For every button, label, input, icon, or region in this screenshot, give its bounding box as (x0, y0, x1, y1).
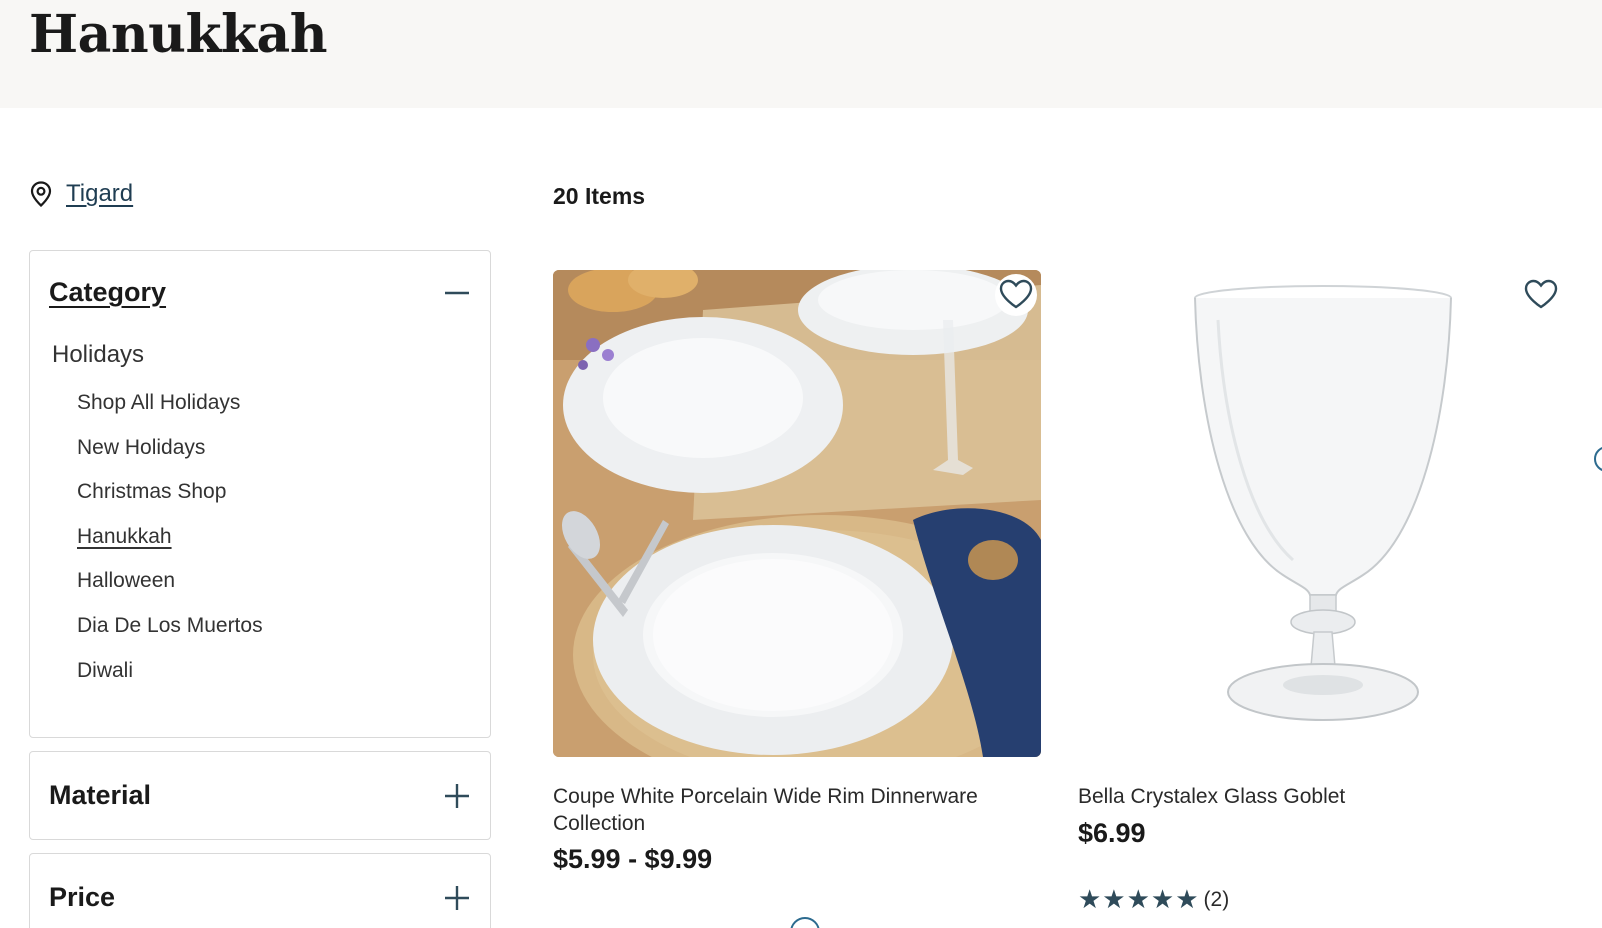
product-price: $6.99 (1078, 818, 1146, 848)
category-filter-title: Category (49, 277, 167, 307)
product-card[interactable]: Coupe White Porcelain Wide Rim Dinnerwar… (553, 270, 1041, 874)
results-count: 20 Items (553, 183, 646, 209)
product-name[interactable]: Coupe White Porcelain Wide Rim Dinnerwar… (553, 783, 1023, 837)
category-filter: Category Holidays Shop All Holidays New … (29, 250, 491, 738)
material-filter-header[interactable]: Material (49, 780, 470, 811)
store-link[interactable]: Tigard (66, 180, 133, 208)
category-parent-holidays[interactable]: Holidays (52, 341, 144, 369)
material-filter: Material (29, 751, 491, 840)
page-header-banner: Hanukkah (0, 0, 1602, 108)
product-name[interactable]: Bella Crystalex Glass Goblet (1078, 783, 1548, 810)
category-item-diwali[interactable]: Diwali (77, 649, 263, 694)
minus-icon[interactable] (444, 280, 470, 306)
category-item-christmas-shop[interactable]: Christmas Shop (77, 470, 263, 515)
heart-icon[interactable] (995, 274, 1037, 316)
plus-icon[interactable] (444, 885, 470, 911)
category-item-hanukkah[interactable]: Hanukkah (77, 515, 263, 560)
carousel-indicator-icon[interactable] (1594, 446, 1602, 472)
category-item-halloween[interactable]: Halloween (77, 559, 263, 604)
category-list: Shop All Holidays New Holidays Christmas… (77, 381, 263, 693)
plus-icon[interactable] (444, 783, 470, 809)
store-selector[interactable]: Tigard (30, 180, 133, 208)
price-filter: Price (29, 853, 491, 928)
location-pin-icon (30, 181, 52, 207)
material-filter-title: Material (49, 780, 152, 810)
white-dinner-plates-photo (553, 270, 1041, 757)
price-filter-title: Price (49, 882, 116, 912)
category-item-new-holidays[interactable]: New Holidays (77, 426, 263, 471)
category-item-shop-all-holidays[interactable]: Shop All Holidays (77, 381, 263, 426)
product-card[interactable]: Bella Crystalex Glass Goblet $6.99 ★★★★★… (1078, 270, 1566, 914)
product-image[interactable] (553, 270, 1041, 757)
price-filter-header[interactable]: Price (49, 882, 470, 913)
category-filter-header[interactable]: Category (49, 277, 470, 308)
review-count[interactable]: (2) (1204, 888, 1230, 912)
product-image[interactable] (1078, 270, 1566, 757)
star-rating-icon: ★★★★★ (1078, 884, 1200, 914)
category-item-dia-de-los-muertos[interactable]: Dia De Los Muertos (77, 604, 263, 649)
product-price: $5.99 - $9.99 (553, 844, 713, 874)
heart-icon[interactable] (1520, 274, 1562, 316)
carousel-indicator-icon[interactable] (790, 917, 820, 928)
glass-goblet-photo (1194, 285, 1452, 721)
product-rating[interactable]: ★★★★★ (2) (1078, 884, 1229, 915)
page-title: Hanukkah (29, 4, 328, 65)
